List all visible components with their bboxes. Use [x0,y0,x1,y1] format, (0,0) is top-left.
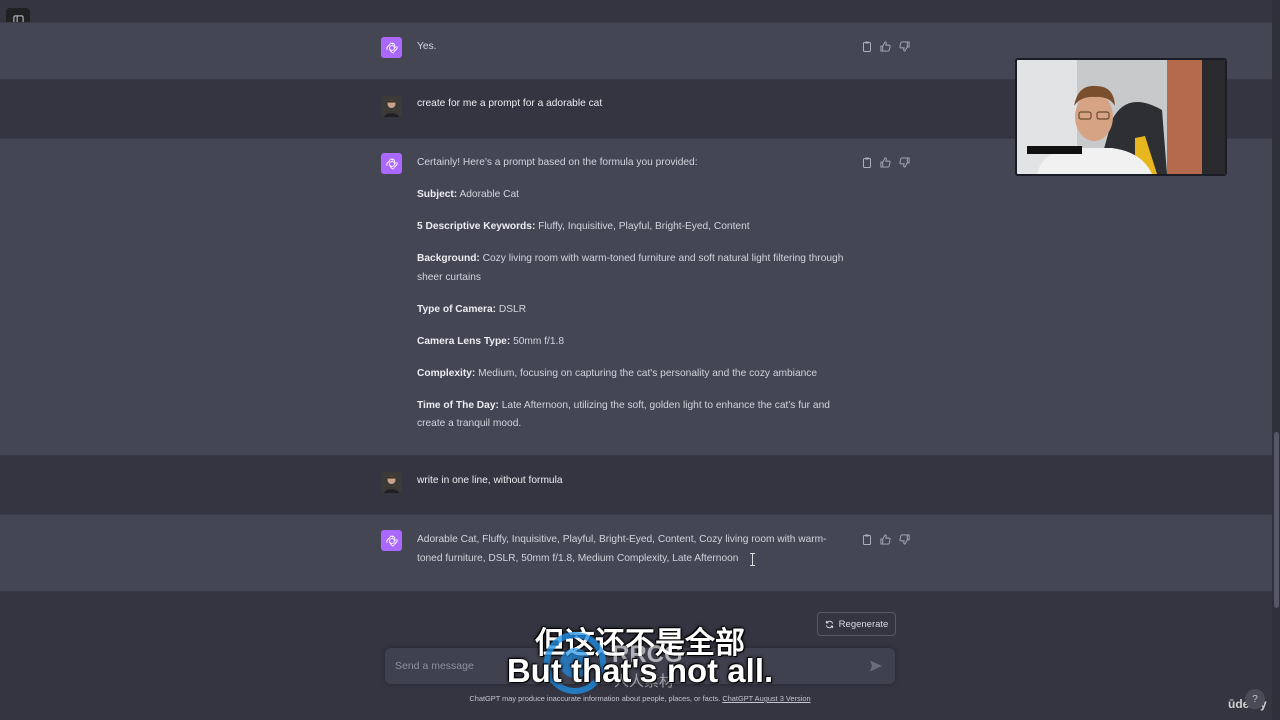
thumbs-down-button[interactable] [898,40,911,53]
assistant-message-text: Adorable Cat, Fluffy, Inquisitive, Playf… [417,534,827,564]
subtitle-english: But that's not all. [506,652,774,689]
chat-app: Yes. create for me a prompt for a adorab… [0,0,1280,720]
prompt-item-camera: Type of Camera: DSLR [417,303,527,315]
help-button[interactable]: ? [1245,689,1265,709]
scrollbar-thumb[interactable] [1274,432,1279,608]
assistant-avatar [381,530,402,551]
prompt-item-complexity: Complexity: Medium, focusing on capturin… [417,367,818,379]
top-strip [0,0,1280,22]
thumbs-up-button[interactable] [879,40,892,53]
openai-logo-icon [385,158,398,169]
message-actions [860,156,911,169]
user-message-row: write in one line, without formula [0,456,1280,514]
thumbs-up-button[interactable] [879,533,892,546]
clipboard-icon [862,534,871,545]
copy-button[interactable] [860,533,873,546]
prompt-item-subject: Subject: Adorable Cat [417,189,519,200]
message-actions [860,40,911,53]
user-message-text: create for me a prompt for a adorable ca… [417,98,603,109]
copy-button[interactable] [860,156,873,169]
assistant-avatar [381,37,402,58]
prompt-item-keywords: 5 Descriptive Keywords: Fluffy, Inquisit… [417,221,750,232]
thumbs-down-button[interactable] [898,533,911,546]
response-intro: Certainly! Here's a prompt based on the … [417,157,698,168]
assistant-message-row: Certainly! Here's a prompt based on the … [0,138,1280,456]
copy-button[interactable] [860,40,873,53]
webcam-overlay [1015,58,1227,176]
thumbs-down-icon [899,534,910,545]
thumbs-up-icon [880,534,891,545]
prompt-item-lens: Camera Lens Type: 50mm f/1.8 [417,335,565,347]
scrollbar[interactable] [1272,0,1280,720]
prompt-item-time: Time of The Day: Late Afternoon, utilizi… [417,399,830,430]
assistant-avatar [381,153,402,174]
openai-logo-icon [385,535,398,546]
user-avatar [381,472,402,493]
thumbs-down-icon [899,157,910,168]
thumbs-up-icon [880,41,891,52]
thumbs-up-icon [880,157,891,168]
user-avatar [381,96,402,117]
assistant-message-text: Certainly! Here's a prompt based on the … [417,154,849,447]
assistant-message-row: Adorable Cat, Fluffy, Inquisitive, Playf… [0,514,1280,592]
user-message-text: write in one line, without formula [417,475,563,486]
message-actions [860,533,911,546]
openai-logo-icon [385,42,398,53]
thumbs-up-button[interactable] [879,156,892,169]
assistant-message-text: Yes. [417,41,437,52]
thumbs-down-button[interactable] [898,156,911,169]
clipboard-icon [862,157,871,168]
thumbs-down-icon [899,41,910,52]
clipboard-icon [862,41,871,52]
text-cursor-icon [750,553,755,566]
prompt-item-background: Background: Cozy living room with warm-t… [417,253,844,283]
